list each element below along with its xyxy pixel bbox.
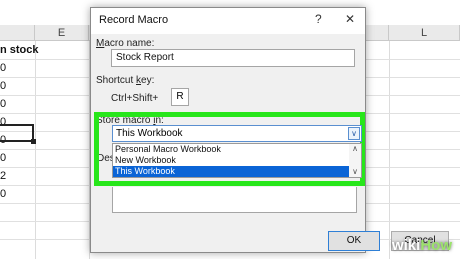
- store-macro-selected-value: This Workbook: [116, 128, 183, 139]
- description-input[interactable]: [112, 187, 357, 213]
- dialog-titlebar[interactable]: Record Macro ? ✕: [91, 8, 365, 34]
- store-macro-dropdown: Personal Macro Workbook New Workbook Thi…: [112, 143, 362, 178]
- chevron-up-icon[interactable]: ∧: [349, 144, 361, 154]
- table-cell[interactable]: 0: [0, 77, 6, 95]
- dialog-title: Record Macro: [99, 14, 169, 26]
- dropdown-option-this[interactable]: This Workbook: [113, 166, 349, 177]
- dropdown-option-personal[interactable]: Personal Macro Workbook: [113, 144, 349, 155]
- column-header-l[interactable]: L: [389, 25, 460, 41]
- wikihow-watermark: wikiHow: [391, 237, 452, 254]
- active-cell-cursor: [0, 124, 36, 144]
- grid-line: [389, 41, 390, 259]
- column-header-blank[interactable]: [0, 25, 35, 41]
- store-macro-select[interactable]: This Workbook ∨: [112, 125, 362, 142]
- table-cell[interactable]: 0: [0, 59, 6, 77]
- help-button[interactable]: ?: [315, 12, 322, 26]
- table-cell[interactable]: 0: [0, 149, 6, 167]
- ok-button[interactable]: OK: [328, 231, 380, 251]
- macro-name-label: Macro name:: [96, 38, 155, 49]
- table-cell[interactable]: 0: [0, 95, 6, 113]
- shortcut-prefix-text: Ctrl+Shift+: [111, 93, 159, 104]
- table-cell[interactable]: 0: [0, 185, 6, 203]
- dropdown-scrollbar[interactable]: ∧ ∨: [349, 144, 361, 177]
- chevron-down-icon[interactable]: ∨: [348, 127, 360, 140]
- close-icon[interactable]: ✕: [345, 12, 355, 26]
- macro-name-input[interactable]: Stock Report: [111, 49, 355, 67]
- shortcut-key-label: Shortcut key:: [96, 75, 155, 86]
- column-header-cell[interactable]: n stock: [0, 41, 39, 59]
- dropdown-option-new[interactable]: New Workbook: [113, 155, 349, 166]
- column-header-e[interactable]: E: [35, 25, 89, 41]
- grid-line: [35, 41, 36, 259]
- shortcut-key-input[interactable]: R: [171, 88, 189, 106]
- table-cell[interactable]: 2: [0, 167, 6, 185]
- chevron-down-icon[interactable]: ∨: [349, 167, 361, 177]
